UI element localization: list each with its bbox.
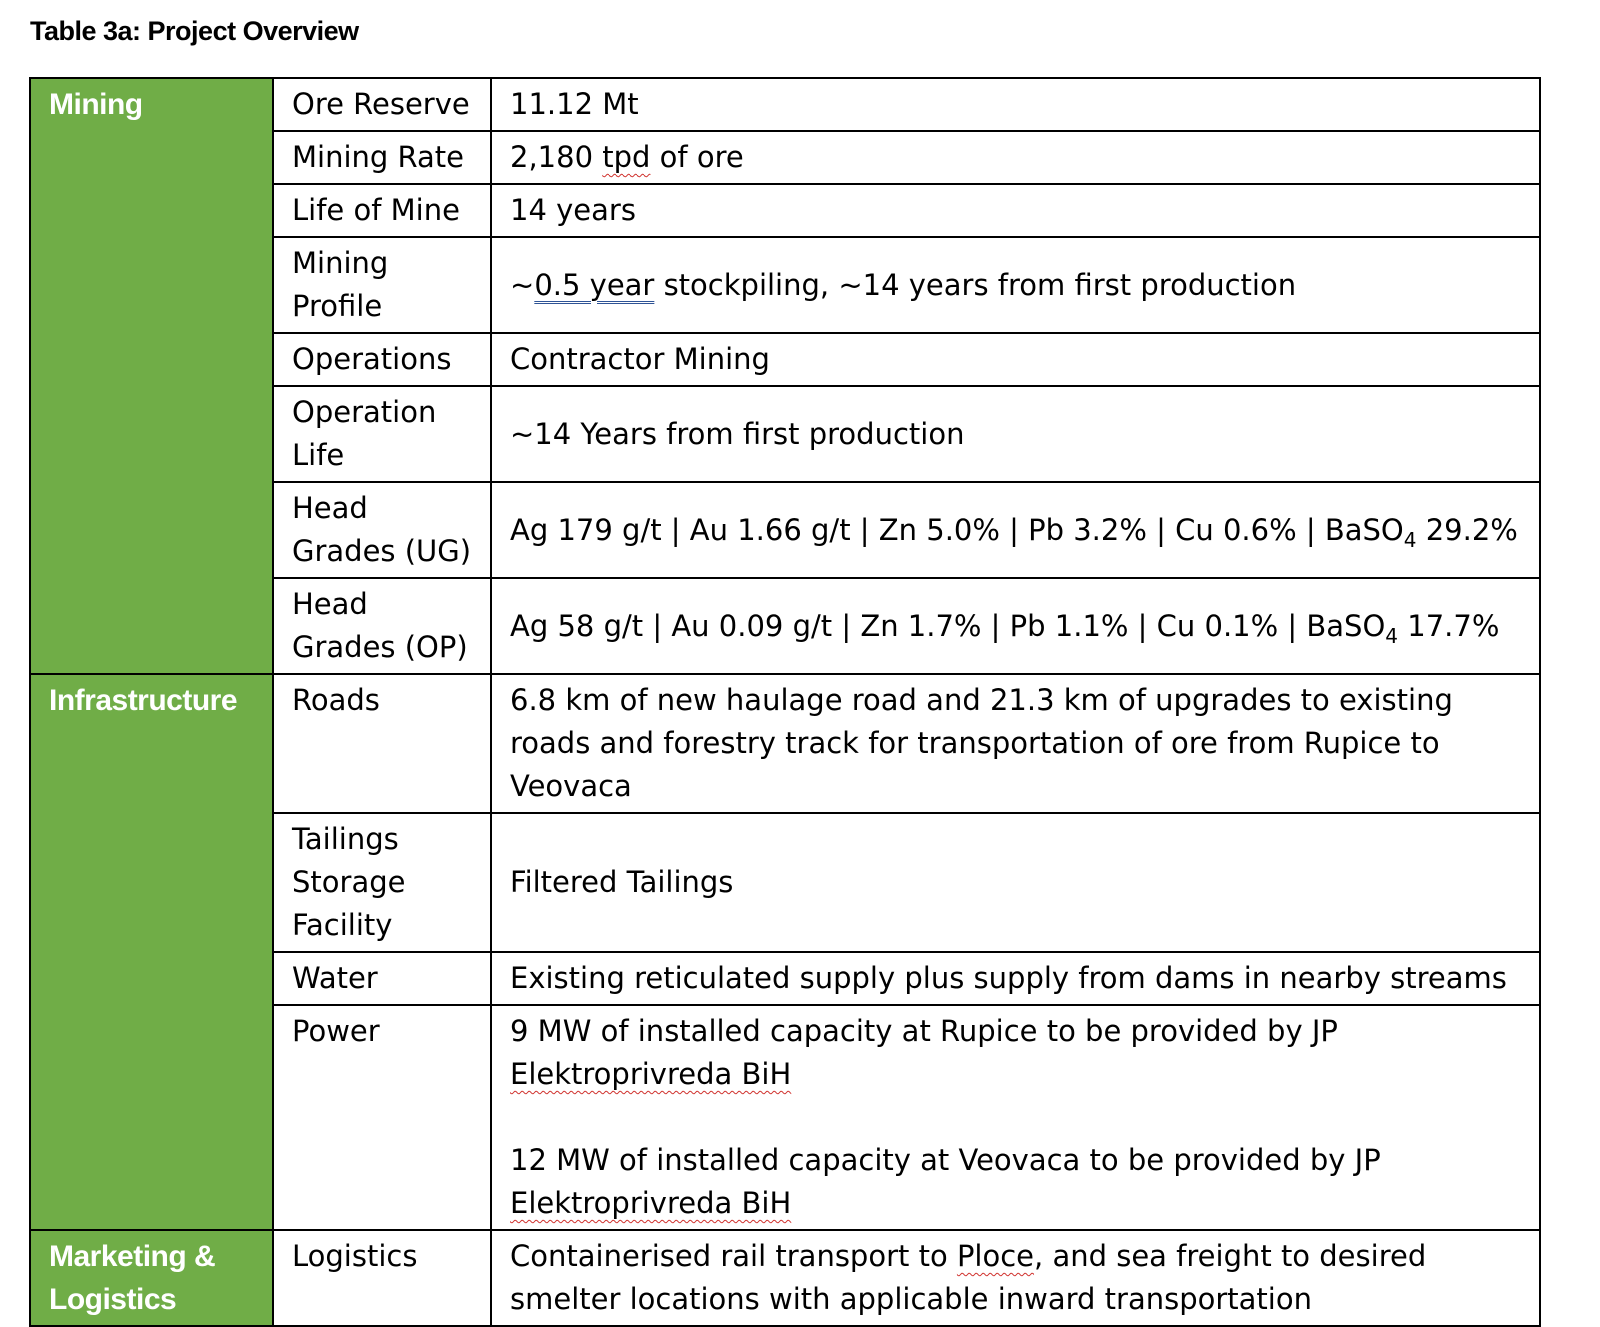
spellcheck-word: Elektroprivreda BiH (510, 1057, 792, 1091)
value-text: 2,180 (510, 140, 603, 174)
value-ore-reserve: 11.12 Mt (490, 77, 1541, 132)
subscript: 4 (1403, 527, 1417, 552)
value-text: 12 MW of installed capacity at Veovaca t… (510, 1143, 1381, 1177)
value-power: 9 MW of installed capacity at Rupice to … (490, 1004, 1541, 1231)
param-power: Power (272, 1004, 492, 1231)
param-mining-rate: Mining Rate (272, 130, 492, 185)
project-overview-table: Mining Ore Reserve 11.12 Mt Mining Rate … (29, 77, 1541, 1327)
value-text: stockpiling, ~14 years from first produc… (654, 267, 1297, 302)
value-roads: 6.8 km of new haulage road and 21.3 km o… (490, 673, 1541, 814)
param-operations: Operations (272, 332, 492, 387)
category-mining: Mining (29, 77, 274, 675)
value-text: Containerised rail transport to (510, 1239, 957, 1273)
subscript: 4 (1385, 623, 1399, 648)
param-water: Water (272, 951, 492, 1006)
spellcheck-word: Elektroprivreda BiH (510, 1186, 792, 1220)
param-operation-life: Operation Life (272, 385, 492, 483)
value-text: Ag 179 g/t | Au 1.66 g/t | Zn 5.0% | Pb … (510, 512, 1404, 547)
value-mining-profile: ~0.5 year stockpiling, ~14 years from fi… (490, 236, 1541, 334)
value-text: of ore (650, 140, 744, 174)
value-logistics: Containerised rail transport to Ploce, a… (490, 1229, 1541, 1327)
value-operations: Contractor Mining (490, 332, 1541, 387)
table-row: Mining Ore Reserve 11.12 Mt (29, 77, 1541, 675)
param-head-grades-ug: Head Grades (UG) (272, 481, 492, 579)
table-row: Marketing & Logistics Logistics Containe… (29, 1229, 1541, 1327)
table-caption: Table 3a: Project Overview (30, 16, 359, 46)
value-head-grades-op: Ag 58 g/t | Au 0.09 g/t | Zn 1.7% | Pb 1… (490, 577, 1541, 675)
table-row: Infrastructure Roads 6.8 km of new haula… (29, 673, 1541, 1231)
category-marketing-logistics: Marketing & Logistics (29, 1229, 274, 1327)
value-text: Ag 58 g/t | Au 0.09 g/t | Zn 1.7% | Pb 1… (510, 608, 1386, 643)
category-infrastructure: Infrastructure (29, 673, 274, 1231)
value-text: ~ (510, 267, 535, 302)
param-life-of-mine: Life of Mine (272, 183, 492, 238)
spellcheck-word: tpd (602, 140, 651, 174)
value-operation-life: ~14 Years from first production (490, 385, 1541, 483)
value-text: 29.2% (1416, 512, 1518, 547)
value-water: Existing reticulated supply plus supply … (490, 951, 1541, 1006)
param-logistics: Logistics (272, 1229, 492, 1327)
spellcheck-word: Ploce (956, 1239, 1035, 1273)
param-tailings-storage-facility: Tailings Storage Facility (272, 812, 492, 953)
value-text: 9 MW of installed capacity at Rupice to … (510, 1014, 1338, 1048)
value-tailings-storage-facility: Filtered Tailings (490, 812, 1541, 953)
grammar-check-phrase: 0.5 year (534, 267, 655, 302)
param-ore-reserve: Ore Reserve (272, 77, 492, 132)
value-mining-rate: 2,180 tpd of ore (490, 130, 1541, 185)
value-life-of-mine: 14 years (490, 183, 1541, 238)
value-text: 17.7% (1398, 608, 1500, 643)
value-head-grades-ug: Ag 179 g/t | Au 1.66 g/t | Zn 5.0% | Pb … (490, 481, 1541, 579)
param-head-grades-op: Head Grades (OP) (272, 577, 492, 675)
param-mining-profile: Mining Profile (272, 236, 492, 334)
param-roads: Roads (272, 673, 492, 814)
